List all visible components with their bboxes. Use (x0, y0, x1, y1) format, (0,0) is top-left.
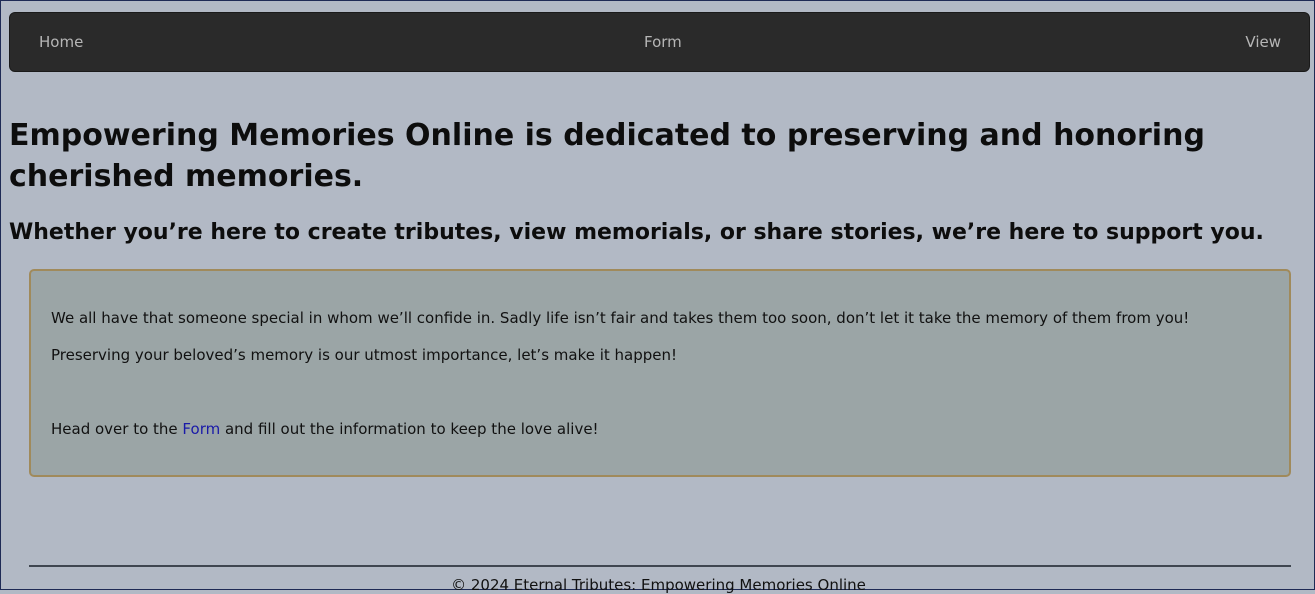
cta-prefix: Head over to the (51, 420, 183, 438)
top-navbar: Home Form View (9, 12, 1310, 72)
nav-view-link[interactable]: View (1245, 33, 1281, 51)
intro-box: We all have that someone special in whom… (29, 269, 1291, 477)
intro-paragraph-2: Preserving your beloved’s memory is our … (51, 346, 678, 364)
nav-form-link[interactable]: Form (644, 33, 682, 51)
form-inline-link[interactable]: Form (182, 420, 220, 438)
nav-home-link[interactable]: Home (39, 33, 83, 51)
footer-copyright: © 2024 Eternal Tributes: Empowering Memo… (451, 576, 866, 594)
call-to-action: Head over to the Form and fill out the i… (51, 419, 599, 439)
page-headline: Empowering Memories Online is dedicated … (9, 118, 1205, 194)
page-subheadline: Whether you’re here to create tributes, … (9, 220, 1264, 245)
footer-divider (29, 565, 1291, 567)
cta-suffix: and fill out the information to keep the… (220, 420, 599, 438)
intro-paragraph-1: We all have that someone special in whom… (51, 309, 1190, 327)
